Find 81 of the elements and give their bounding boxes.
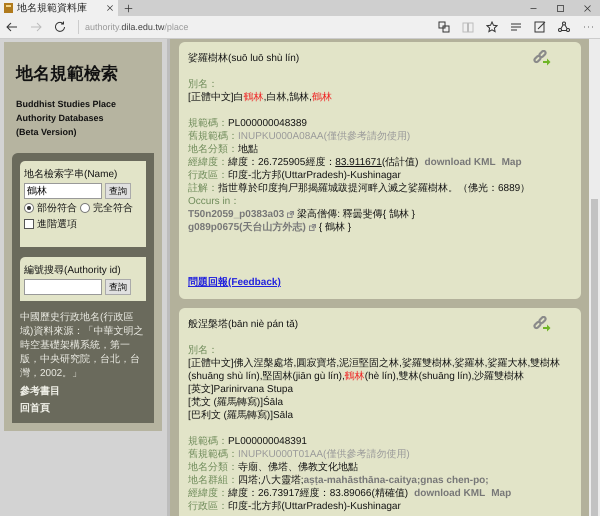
place-title: 般涅槃塔(bān niè pán tǎ) (188, 318, 298, 331)
alias-text: [巴利文 (羅馬轉寫)]Sāla (188, 409, 294, 422)
field-label: 別名： (188, 78, 219, 91)
map-link[interactable]: download KML (424, 157, 496, 168)
map-link[interactable]: Map (491, 488, 512, 499)
field-label: 行政區： (188, 501, 228, 512)
back-arrow-icon[interactable] (6, 21, 18, 33)
field-label: 舊規範碼： (188, 449, 238, 460)
feedback-link[interactable]: 問題回報(Feedback) (188, 276, 281, 289)
alias-text: [英文]Parinirvana Stupa (188, 383, 294, 396)
field-label: 註解： (188, 183, 218, 194)
alias-text: [梵文 (羅馬轉寫)]Śāla (188, 396, 284, 409)
site-subtitle: (Beta Version) (16, 126, 78, 139)
search-button[interactable]: 查詢 (105, 279, 131, 295)
maximize-icon[interactable] (556, 4, 565, 12)
external-link-icon[interactable] (287, 211, 294, 218)
external-link-icon[interactable] (308, 224, 316, 231)
id-input[interactable] (24, 279, 102, 295)
longitude-text: 83.911671 (335, 157, 382, 168)
alias-text: [正體中文]白鶴林,白林,鵠林,鶴林 (188, 91, 333, 104)
place-title: 娑羅樹林(suō luō shù lín) (188, 52, 300, 65)
occurrence-text: 梁高僧傳: 釋曇斐傳{ 鵠林 } (297, 208, 415, 221)
field-value: PL000000048391 (228, 436, 307, 447)
search-button[interactable]: 查詢 (105, 183, 131, 199)
field-label: 行政區： (188, 170, 228, 181)
field-value: 地點 (238, 144, 258, 155)
pen-icon[interactable] (534, 21, 546, 33)
radio-label: 完全符合 (93, 202, 133, 215)
name-input[interactable]: 鶴林 (24, 183, 102, 199)
map-link[interactable]: Map (502, 157, 522, 168)
form-label: 地名檢索字串(Name) (24, 168, 118, 181)
chain-link-icon[interactable] (533, 316, 551, 332)
field-label: 經緯度： (188, 488, 228, 499)
close-icon[interactable] (106, 4, 114, 12)
alias-text: [正體中文]佛入涅槃處塔,圓寂寶塔,泥洹堅固之林,娑羅雙樹林,娑羅林,娑羅大林,雙樹林(shuāng shù lín),堅固林(jiān gù lín),鶴林(hè lín),雙林(shuāng lín),沙羅雙樹林 (188, 357, 562, 383)
radio-label: 部份符合 (37, 202, 77, 215)
precision-text: (精確值) (371, 488, 408, 499)
field-label: 經緯度： (188, 157, 228, 168)
source-note: 中國歷史行政地名(行政區域)資料來源：「中華文明之時空基礎架構系統，第一版，中央研究院，台北，台灣，2002。」 (20, 311, 144, 381)
checkbox-label: 進階選項 (37, 218, 77, 231)
sidebar-link[interactable]: 回首頁 (20, 401, 146, 415)
radio-button[interactable] (24, 203, 34, 213)
occurrence-text: { 鶴林 } (318, 221, 352, 234)
map-link[interactable]: download KML (414, 488, 486, 499)
share-icon[interactable] (558, 21, 570, 33)
field-label: 別名： (188, 344, 219, 357)
field-label: 規範碼： (188, 118, 228, 129)
field-value: PL000000048389 (228, 118, 307, 129)
plus-icon[interactable] (124, 4, 132, 12)
form-label: 編號搜尋(Authority id) (24, 264, 122, 277)
radio-button[interactable] (80, 203, 90, 213)
close-icon[interactable] (583, 4, 592, 12)
scrollbar[interactable] (589, 39, 600, 516)
browser-tab[interactable]: 地名規範資料庫 (0, 0, 118, 16)
checkbox[interactable] (24, 219, 34, 229)
latitude-text: 緯度：26.725905經度： (228, 157, 336, 168)
star-icon[interactable] (486, 21, 498, 33)
field-value: 印度-北方邦(UttarPradesh)-Kushinagar (228, 501, 401, 512)
site-title: 地名規範檢索 (16, 63, 119, 85)
field-label: 規範碼： (188, 436, 228, 447)
latitude-text: 緯度：26.73917經度： (228, 488, 330, 499)
field-label: 地名分類： (188, 144, 238, 155)
longitude-text: 83.89066 (330, 488, 372, 499)
site-subtitle: Buddhist Studies Place Authority Databases (16, 98, 118, 125)
field-value: 四塔;八大靈塔; (238, 475, 304, 486)
field-label: 舊規範碼： (188, 131, 238, 142)
field-label: Occurs in： (188, 195, 242, 208)
sidebar-link[interactable]: 參考書目 (20, 384, 146, 398)
chain-link-icon[interactable] (533, 50, 551, 66)
source-link[interactable]: T50n2059_p0383a03 (188, 208, 284, 221)
menu-icon[interactable] (510, 21, 522, 33)
field-value: 寺廟、佛塔、佛教文化地點 (238, 462, 358, 473)
field-label: 地名分類： (188, 462, 238, 473)
field-value: 印度-北方邦(UttarPradesh)-Kushinagar (228, 170, 401, 181)
precision-text: (估計值) (382, 157, 418, 168)
field-value: 指世尊於印度拘尸那揭羅城跋提河畔入滅之娑羅樹林。（佛光：6889） (218, 183, 530, 194)
page-icon (4, 3, 13, 13)
refresh-icon[interactable] (54, 21, 66, 33)
field-value: aṣṭa-mahāsthāna-caitya;gnas chen-po; (304, 475, 489, 486)
source-link[interactable]: g089p0675(天台山方外志) (188, 221, 306, 234)
field-label: 地名群組： (188, 475, 238, 486)
